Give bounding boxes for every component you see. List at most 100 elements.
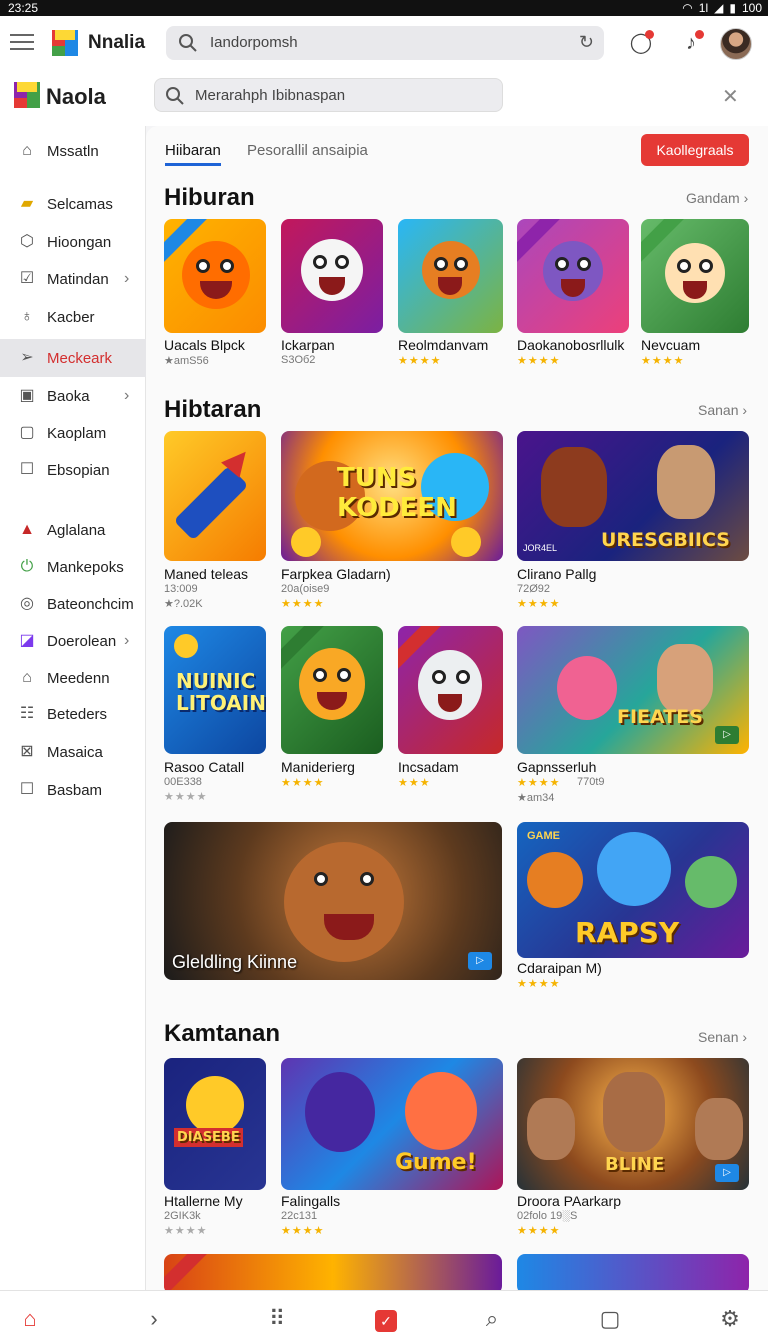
close-icon[interactable]: ✕ <box>722 84 739 109</box>
sidebar-item-masaica[interactable]: ⊠ Masaica <box>0 735 146 769</box>
sidebar-item-hioongan[interactable]: ⬡ Hioongan <box>0 225 146 259</box>
power-icon: ⏻ <box>20 558 34 575</box>
sidebar-item-meckeark[interactable]: ➢ Meckeark <box>0 339 146 377</box>
app-name: Droora PAarkarp <box>517 1193 622 1209</box>
play-icon[interactable]: ▷ <box>715 726 739 744</box>
sidebar-item-meedenn[interactable]: ⌂ Meedenn <box>0 661 146 695</box>
sidebar-item-kacber[interactable]: ♁ Kacber <box>0 300 146 334</box>
graduation-cap-icon: ▲ <box>19 521 35 538</box>
bottom-navigation: ⌂ › ⠿ ✓ ⌕ ▢ ⚙ <box>0 1290 768 1344</box>
app-meta: 2GIK3k <box>164 1210 201 1222</box>
app-thumbnail[interactable] <box>164 1254 502 1290</box>
app-thumbnail: URESGBIICS JOR4EL <box>517 431 749 561</box>
app-thumbnail <box>164 431 266 561</box>
rating-stars: ★★★★ <box>164 791 208 803</box>
refresh-icon[interactable]: ↻ <box>579 32 594 53</box>
secondary-bar: Naola Merarahph Ibibnaspan ✕ <box>0 70 768 126</box>
signal-icon: ◢ <box>714 1 724 15</box>
home-icon[interactable]: ⌂ <box>16 1305 44 1333</box>
sidebar-item-basbam[interactable]: ☐ Basbam <box>0 773 146 807</box>
sidebar-item-selcamas[interactable]: ▰ Selcamas <box>0 187 146 221</box>
app-meta: ★amS56 <box>164 355 209 367</box>
banner-text: URESGBIICS <box>601 529 730 551</box>
user-icon: ♁ <box>21 308 33 325</box>
sidebar-item-mssatln[interactable]: ⌂ Mssatln <box>0 134 146 168</box>
app-name: Htallerne My <box>164 1193 243 1209</box>
sidebar-item-ebsopian[interactable]: ☐ Ebsopian <box>0 453 146 487</box>
send-icon: ➢ <box>20 349 34 366</box>
sidebar-item-mankepoks[interactable]: ⏻ Mankepoks <box>0 550 146 584</box>
grid-icon[interactable]: ⠿ <box>263 1305 291 1333</box>
banner-text: RAPSY <box>575 916 680 949</box>
app-name: Maned teleas <box>164 566 249 582</box>
section-title: Kamtanan <box>164 1020 281 1047</box>
sidebar-item-kaoplam[interactable]: ▢ Kaoplam <box>0 416 146 450</box>
notification-icon[interactable]: ◯ <box>626 28 656 58</box>
app-thumbnail <box>281 626 383 754</box>
status-time: 23:25 <box>8 1 39 15</box>
chevron-right-icon: › <box>124 387 130 404</box>
app-thumbnail <box>164 219 266 333</box>
sidebar-item-beteders[interactable]: ☷ Beteders <box>0 697 146 731</box>
microphone-icon[interactable]: ♪ <box>676 28 706 58</box>
rating-stars: ★★★★ <box>164 1225 208 1237</box>
banner-text: TUNS KODEEN <box>337 463 457 523</box>
signal-text: 1l <box>698 1 709 15</box>
avatar[interactable] <box>720 28 752 60</box>
search-icon <box>179 34 197 52</box>
action-button[interactable]: Kaollegraals <box>641 134 749 166</box>
play-icon[interactable]: ▷ <box>715 1164 739 1182</box>
app-meta: ★am34 <box>517 792 555 804</box>
section-more-link[interactable]: Sanan › <box>698 402 747 418</box>
section-more-link[interactable]: Gandam › <box>686 190 748 206</box>
secondary-search-bar[interactable]: Merarahph Ibibnaspan <box>154 78 503 112</box>
square-icon[interactable]: ▢ <box>596 1305 624 1333</box>
search-icon <box>166 87 184 105</box>
app-name: Daokanobosrllulk <box>517 337 625 353</box>
app-thumbnail <box>517 219 629 333</box>
sidebar-item-aglalana[interactable]: ▲ Aglalana <box>0 513 146 547</box>
app-thumbnail: DIASEBE <box>164 1058 266 1190</box>
search-icon[interactable]: ⌕ <box>478 1305 506 1333</box>
app-name: Farpkea Gladarn) <box>281 566 391 582</box>
box-icon: ☐ <box>19 461 35 478</box>
secondary-search-input[interactable]: Merarahph Ibibnaspan <box>195 87 345 104</box>
battery-icon: ▮ <box>729 1 736 15</box>
tab-hiibaran[interactable]: Hiibaran <box>165 142 221 166</box>
search-input[interactable]: Iandorpomsh <box>210 34 298 51</box>
rating-stars: ★★★★ <box>517 598 561 610</box>
banner-text: Gume! <box>395 1150 477 1175</box>
app-name: Gapnsserluh <box>517 759 597 775</box>
main-content: Hiibaran Pesorallil ansaipia Kaollegraal… <box>146 126 768 1290</box>
chevron-right-icon[interactable]: › <box>140 1305 168 1333</box>
square-icon: ▢ <box>19 424 35 441</box>
sidebar-item-baoka[interactable]: ▣ Baoka › <box>0 379 146 413</box>
app-name: Nevcuam <box>641 337 701 353</box>
search-bar[interactable]: Iandorpomsh ↻ <box>166 26 604 60</box>
app-meta: 00E338 <box>164 776 202 788</box>
tag-icon: ⌂ <box>22 142 32 159</box>
sidebar: ⌂ Mssatln ▰ Selcamas ⬡ Hioongan ☑ Matindan › … <box>0 126 146 1290</box>
rating-stars: ★★★★ <box>641 355 685 367</box>
sidebar-item-doerolean[interactable]: ◪ Doerolean › <box>0 624 146 658</box>
app-thumbnail[interactable] <box>517 1254 749 1290</box>
check-box-icon[interactable]: ✓ <box>372 1305 400 1333</box>
sidebar-item-matindan[interactable]: ☑ Matindan › <box>0 262 146 296</box>
rating-stars: ★★★★ <box>517 1225 561 1237</box>
chevron-right-icon: › <box>124 270 130 287</box>
settings-gear-icon[interactable]: ⚙ <box>716 1305 744 1333</box>
banner-text: NUINIC LITOAIN <box>176 669 266 715</box>
tab-pesorallil[interactable]: Pesorallil ansaipia <box>247 142 368 159</box>
app-meta: 02folo 19░S <box>517 1210 578 1222</box>
section-more-link[interactable]: Senan › <box>698 1029 747 1045</box>
rating-stars: ★★★★ <box>281 598 325 610</box>
sidebar-item-bateonchcim[interactable]: ◎ Bateonchcim <box>0 587 146 621</box>
play-icon[interactable]: ▷ <box>468 952 492 970</box>
brand-logo-icon <box>14 82 40 108</box>
app-name: Ickarpan <box>281 337 335 353</box>
app-name: Falingalls <box>281 1193 341 1209</box>
menu-icon[interactable] <box>10 34 34 52</box>
checkbox-icon: ☑ <box>19 270 35 287</box>
app-logo-icon <box>52 30 78 56</box>
app-meta: 20a(oise9 <box>281 583 330 595</box>
